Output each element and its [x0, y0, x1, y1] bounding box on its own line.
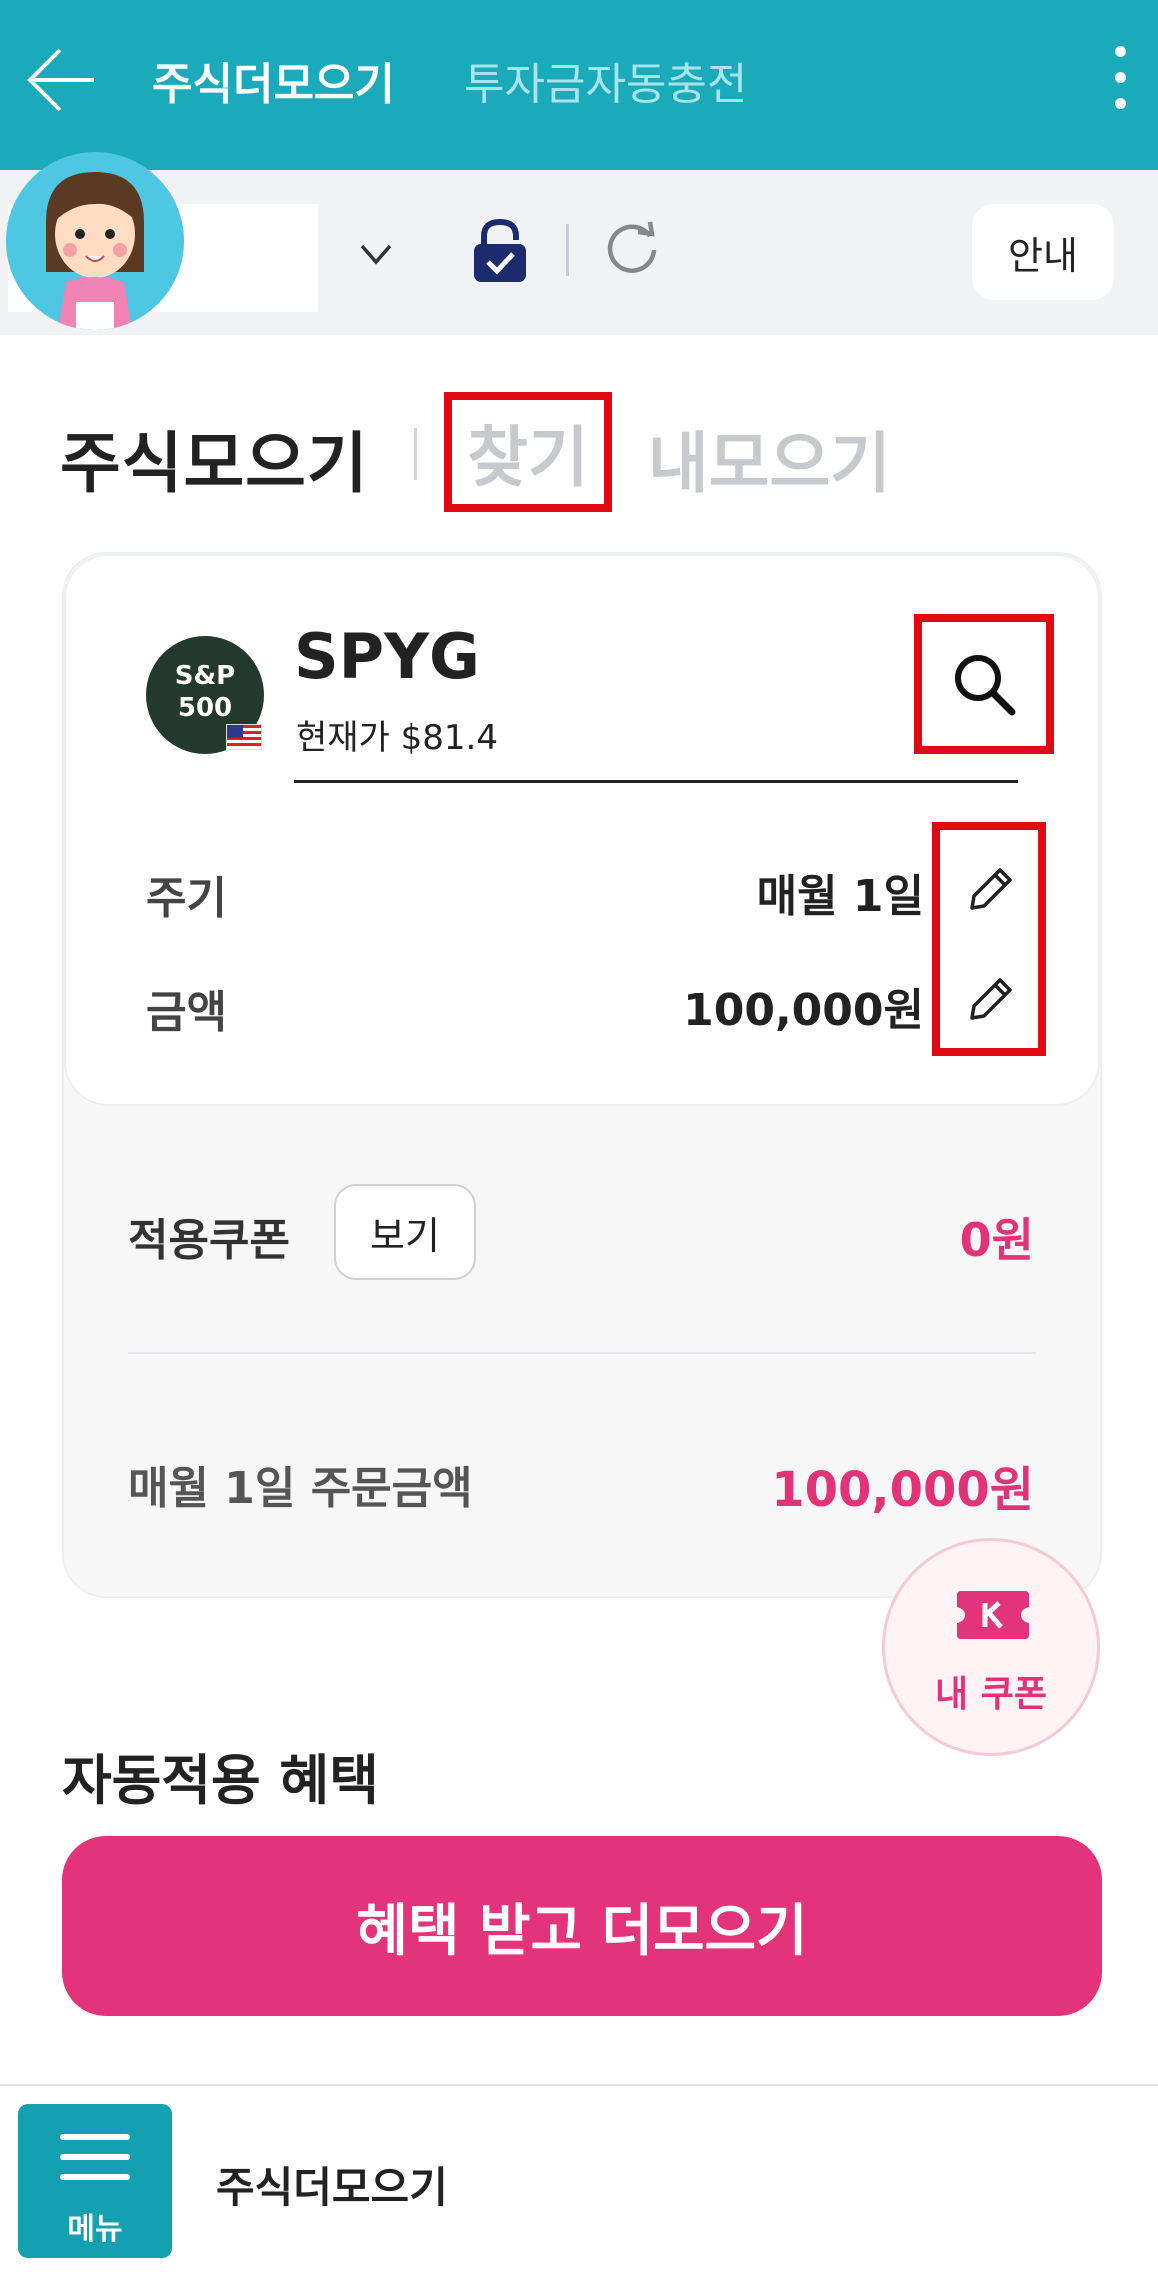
stock-ticker[interactable]: SPYG	[294, 620, 480, 693]
lock-check-icon[interactable]	[470, 218, 530, 284]
amount-label: 금액	[146, 987, 227, 1038]
ticker-underline	[294, 780, 1018, 783]
current-page-name: 주식더모으기	[216, 2163, 448, 2212]
stock-logo-line1: S&P	[174, 661, 236, 691]
applied-coupon-label: 적용쿠폰	[128, 1215, 290, 1266]
view-coupon-button[interactable]: 보기	[334, 1184, 476, 1280]
tab-stock-collect-more[interactable]: 주식더모으기	[152, 48, 395, 112]
stock-logo-line2: 500	[177, 693, 233, 723]
divider	[566, 224, 569, 276]
avatar	[6, 152, 184, 330]
divider	[414, 428, 417, 480]
more-options-icon[interactable]	[1100, 40, 1140, 130]
divider	[128, 1352, 1036, 1354]
my-coupon-button[interactable]: 내 쿠폰	[882, 1538, 1100, 1756]
menu-label: 메뉴	[67, 2212, 123, 2247]
tab-auto-charge[interactable]: 투자금자동충전	[464, 48, 747, 112]
search-icon	[955, 655, 1016, 716]
tab-my-collection[interactable]: 내모으기	[648, 410, 891, 506]
applied-coupon-value: 0원	[959, 1213, 1034, 1267]
refresh-icon[interactable]	[602, 218, 662, 278]
coupon-ticket-icon	[955, 1587, 1031, 1643]
menu-button[interactable]: 메뉴	[18, 2104, 172, 2258]
hamburger-icon	[60, 2134, 130, 2140]
us-flag-icon	[226, 724, 262, 750]
page-title: 주식모으기	[60, 425, 369, 502]
tab-find[interactable]: 찾기	[444, 392, 612, 512]
order-amount-value: 100,000원	[771, 1462, 1034, 1518]
cycle-value: 매월 1일	[756, 871, 924, 922]
chevron-down-icon[interactable]	[356, 234, 396, 274]
hamburger-icon	[60, 2154, 130, 2160]
order-amount-label: 매월 1일 주문금액	[128, 1463, 473, 1514]
guide-button[interactable]: 안내	[972, 204, 1114, 300]
cycle-label: 주기	[146, 873, 227, 924]
search-button[interactable]	[914, 614, 1054, 754]
back-arrow-icon[interactable]	[24, 40, 104, 120]
divider	[0, 2084, 1158, 2086]
app-header: 주식더모으기 투자금자동충전	[0, 0, 1158, 170]
edit-cycle-pencil-icon[interactable]	[964, 864, 1016, 916]
get-benefit-button[interactable]: 혜택 받고 더모으기	[62, 1836, 1102, 2016]
hamburger-icon	[60, 2174, 130, 2180]
auto-benefit-title: 자동적용 혜택	[62, 1749, 379, 1812]
edit-amount-pencil-icon[interactable]	[964, 974, 1016, 1026]
current-price: 현재가 $81.4	[296, 718, 498, 758]
my-coupon-label: 내 쿠폰	[935, 1674, 1047, 1715]
amount-value: 100,000원	[683, 985, 924, 1036]
tab-find-label: 찾기	[467, 419, 589, 496]
